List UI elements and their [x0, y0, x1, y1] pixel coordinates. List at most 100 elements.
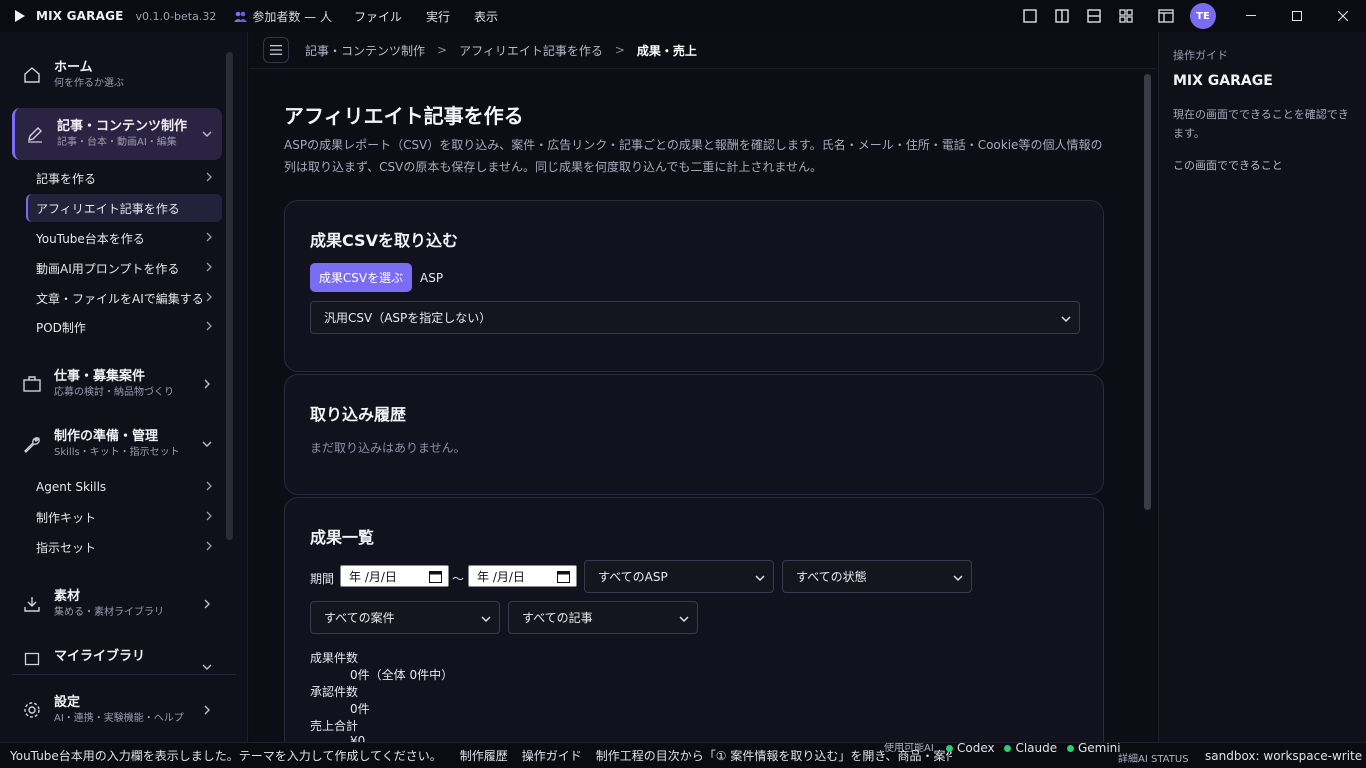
- ai-status-detail[interactable]: 詳細AI STATUS: [1118, 750, 1189, 765]
- guide-heading: 操作ガイド: [1173, 49, 1228, 62]
- nav-library[interactable]: マイライブラリ: [12, 642, 222, 682]
- menu-run[interactable]: 実行: [426, 8, 450, 25]
- start-date-input[interactable]: 年 /月/日: [340, 565, 449, 587]
- chevron-right-icon: [206, 171, 212, 185]
- wrench-icon: [22, 434, 42, 454]
- layout-rows-icon[interactable]: [1078, 0, 1110, 32]
- nav-content[interactable]: 記事・コンテンツ制作記事・台本・動画AI・編集: [12, 108, 222, 160]
- participants-count: 参加者数 — 人: [234, 8, 332, 25]
- calendar-icon[interactable]: [557, 570, 570, 586]
- history-card: 取り込み履歴 まだ取り込みはありません。: [284, 374, 1104, 495]
- guide-link[interactable]: この画面でできること: [1173, 157, 1283, 173]
- ai-models: Codex Claude Gemini: [940, 742, 1121, 755]
- import-card: 成果CSVを取り込む 成果CSVを選ぶ ASP 汎用CSV（ASPを指定しない）: [284, 200, 1104, 372]
- chevron-right-icon: [206, 510, 212, 524]
- pen-icon: [25, 124, 45, 144]
- sidebar-item-agent-skills[interactable]: Agent Skills: [26, 473, 222, 501]
- play-icon[interactable]: [12, 9, 26, 23]
- period-label: 期間: [310, 572, 335, 586]
- minimize-icon[interactable]: [1228, 0, 1274, 32]
- guide-status-link[interactable]: 操作ガイド: [522, 747, 582, 764]
- status-message: YouTube台本用の入力欄を表示しました。テーマを入力して作成してください。: [10, 749, 442, 763]
- stat-value: 0件（全体 0件中）: [350, 668, 454, 682]
- user-avatar[interactable]: TE: [1190, 3, 1216, 29]
- sandbox-status: sandbox: workspace-write: [1205, 749, 1363, 763]
- ai-model-claude: Claude: [1015, 742, 1058, 755]
- gear-icon: [22, 700, 42, 720]
- library-icon: [22, 648, 42, 668]
- campaign-filter-select[interactable]: すべての案件: [310, 601, 500, 634]
- asp-label: ASP: [420, 271, 444, 285]
- asp-filter-select[interactable]: すべてのASP: [584, 560, 774, 593]
- page-description: ASPの成果レポート（CSV）を取り込み、案件・広告リンク・記事ごとの成果と報酬…: [284, 138, 1103, 174]
- range-separator: ～: [452, 572, 465, 586]
- history-empty-text: まだ取り込みはありません。: [310, 441, 466, 455]
- nav-content-title: 記事・コンテンツ制作: [57, 119, 188, 134]
- nav-materials-title: 素材: [54, 589, 81, 604]
- download-icon: [22, 594, 42, 614]
- breadcrumb-separator: >: [614, 43, 625, 57]
- menu-file[interactable]: ファイル: [354, 8, 402, 25]
- nav-prep-subtitle: Skills・キット・指示セット: [54, 447, 180, 458]
- sidebar-item-video-ai[interactable]: 動画AI用プロンプトを作る: [26, 254, 222, 282]
- chevron-down-icon: [953, 572, 963, 586]
- app-title: MIX GARAGE: [36, 9, 124, 23]
- choose-csv-button[interactable]: 成果CSVを選ぶ: [310, 263, 412, 292]
- chevron-right-icon: [206, 480, 212, 494]
- nav-materials[interactable]: 素材 集める・素材ライブラリ: [12, 582, 222, 626]
- history-card-title: 取り込み履歴: [310, 405, 407, 424]
- chevron-right-icon: [206, 231, 212, 245]
- history-link[interactable]: 制作履歴: [460, 747, 508, 764]
- briefcase-icon: [22, 374, 42, 394]
- panel-toggle-icon[interactable]: [1150, 0, 1182, 32]
- page-title: アフィリエイト記事を作る: [284, 104, 524, 128]
- sidebar-item-affiliate[interactable]: アフィリエイト記事を作る: [26, 194, 222, 222]
- nav-content-subtitle: 記事・台本・動画AI・編集: [57, 137, 177, 148]
- sidebar-item-pod[interactable]: POD制作: [26, 313, 222, 341]
- asp-select[interactable]: 汎用CSV（ASPを指定しない）: [310, 301, 1080, 334]
- chevron-down-icon: [200, 437, 214, 451]
- nav-home-title: ホーム: [54, 60, 93, 75]
- users-icon: [234, 11, 248, 22]
- home-icon: [22, 65, 42, 85]
- close-icon[interactable]: [1320, 0, 1366, 32]
- nav-jobs[interactable]: 仕事・募集案件 応募の検討・納品物づくり: [12, 362, 222, 406]
- ai-label: 使用可能AI: [884, 743, 934, 754]
- online-status-icon: [946, 745, 953, 752]
- breadcrumb-item-affiliate[interactable]: アフィリエイト記事を作る: [459, 42, 603, 59]
- sidebar-scrollbar[interactable]: [226, 52, 233, 540]
- menu-icon[interactable]: [263, 37, 289, 63]
- status-filter-select[interactable]: すべての状態: [782, 560, 972, 593]
- sidebar-item-article[interactable]: 記事を作る: [26, 164, 222, 192]
- nav-home[interactable]: ホーム何を作るか選ぶ: [12, 54, 222, 96]
- sidebar-item-edit-ai[interactable]: 文章・ファイルをAIで編集する: [26, 284, 222, 312]
- sidebar-item-instruction-set[interactable]: 指示セット: [26, 533, 222, 561]
- guide-text: 現在の画面でできることを確認できます。: [1173, 108, 1349, 140]
- end-date-input[interactable]: 年 /月/日: [468, 565, 577, 587]
- stat-label: 承認件数: [310, 685, 359, 699]
- calendar-icon[interactable]: [429, 570, 442, 586]
- nav-library-title: マイライブラリ: [54, 649, 146, 664]
- title-bar: MIX GARAGE v0.1.0-beta.32 参加者数 — 人 ファイル …: [0, 0, 1366, 32]
- sidebar-item-youtube[interactable]: YouTube台本を作る: [26, 224, 222, 252]
- content-scrollbar[interactable]: [1144, 74, 1151, 510]
- menu-view[interactable]: 表示: [474, 8, 498, 25]
- sidebar: ホーム何を作るか選ぶ 記事・コンテンツ制作記事・台本・動画AI・編集 記事を作る…: [0, 32, 248, 742]
- layout-split-icon[interactable]: [1046, 0, 1078, 32]
- results-card: 成果一覧 期間 年 /月/日 ～ 年 /月/日 すべてのASP すべての状態 す…: [284, 497, 1104, 742]
- article-filter-select[interactable]: すべての記事: [508, 601, 698, 634]
- nav-jobs-subtitle: 応募の検討・納品物づくり: [54, 387, 174, 398]
- online-status-icon: [1066, 745, 1074, 752]
- layout-single-icon[interactable]: [1014, 0, 1046, 32]
- status-bar: YouTube台本用の入力欄を表示しました。テーマを入力して作成してください。 …: [0, 742, 1366, 768]
- sidebar-item-kit[interactable]: 制作キット: [26, 503, 222, 531]
- app-version: v0.1.0-beta.32: [135, 9, 217, 23]
- maximize-icon[interactable]: [1274, 0, 1320, 32]
- layout-grid-icon[interactable]: [1110, 0, 1142, 32]
- nav-settings[interactable]: 設定 AI・連携・実験機能・ヘルプ: [12, 688, 222, 732]
- chevron-right-icon: [200, 377, 214, 391]
- guide-app-name: MIX GARAGE: [1173, 73, 1273, 89]
- nav-home-subtitle: 何を作るか選ぶ: [54, 78, 124, 89]
- nav-prep[interactable]: 制作の準備・管理 Skills・キット・指示セット: [12, 422, 222, 466]
- breadcrumb-item-content[interactable]: 記事・コンテンツ制作: [305, 42, 425, 59]
